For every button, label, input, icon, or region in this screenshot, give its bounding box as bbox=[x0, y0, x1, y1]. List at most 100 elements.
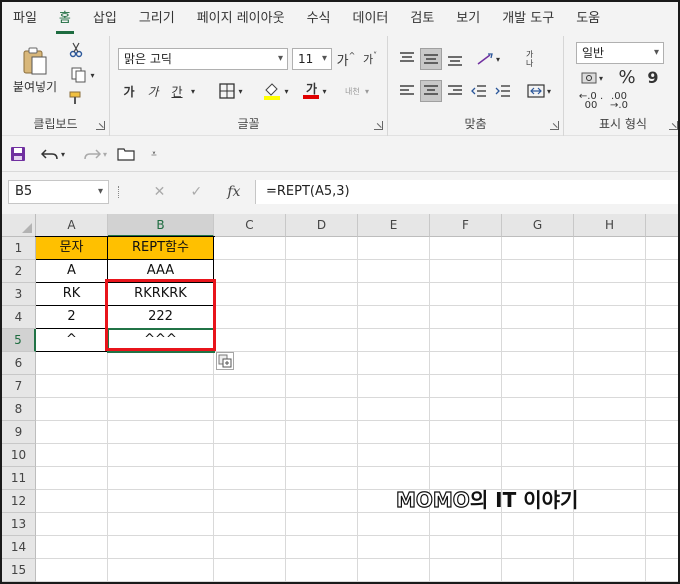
empty-cell[interactable] bbox=[286, 329, 358, 352]
empty-cell[interactable] bbox=[286, 536, 358, 559]
empty-cell[interactable] bbox=[574, 421, 646, 444]
row-header-8[interactable]: 8 bbox=[2, 398, 36, 421]
align-top-button[interactable] bbox=[396, 48, 418, 70]
empty-cell[interactable] bbox=[430, 260, 502, 283]
empty-cell[interactable] bbox=[646, 237, 678, 260]
column-header-b[interactable]: B bbox=[108, 214, 214, 237]
empty-cell[interactable] bbox=[646, 306, 678, 329]
empty-cell[interactable] bbox=[36, 513, 108, 536]
empty-cell[interactable] bbox=[36, 375, 108, 398]
empty-cell[interactable] bbox=[574, 559, 646, 582]
empty-cell[interactable] bbox=[646, 329, 678, 352]
empty-cell[interactable] bbox=[502, 559, 574, 582]
empty-cell[interactable] bbox=[430, 421, 502, 444]
empty-cell[interactable] bbox=[108, 536, 214, 559]
empty-cell[interactable] bbox=[286, 237, 358, 260]
formula-bar-grip[interactable] bbox=[118, 186, 122, 198]
row-header-6[interactable]: 6 bbox=[2, 352, 36, 375]
empty-cell[interactable] bbox=[646, 398, 678, 421]
font-size-combo[interactable]: 11 ▾ bbox=[292, 48, 332, 70]
font-launcher-icon[interactable] bbox=[374, 121, 383, 130]
cell-a5[interactable]: ^ bbox=[36, 329, 108, 352]
empty-cell[interactable] bbox=[358, 398, 430, 421]
empty-cell[interactable] bbox=[286, 375, 358, 398]
empty-cell[interactable] bbox=[214, 375, 286, 398]
row-header-11[interactable]: 11 bbox=[2, 467, 36, 490]
empty-cell[interactable] bbox=[430, 352, 502, 375]
empty-cell[interactable] bbox=[358, 536, 430, 559]
empty-cell[interactable] bbox=[502, 513, 574, 536]
comma-button[interactable]: 9 bbox=[644, 66, 662, 88]
number-launcher-icon[interactable] bbox=[669, 121, 678, 130]
cell-b4[interactable]: 222 bbox=[108, 306, 214, 329]
empty-cell[interactable] bbox=[646, 421, 678, 444]
row-header-10[interactable]: 10 bbox=[2, 444, 36, 467]
empty-cell[interactable] bbox=[214, 283, 286, 306]
empty-cell[interactable] bbox=[430, 375, 502, 398]
empty-cell[interactable] bbox=[646, 467, 678, 490]
tab-developer[interactable]: 개발 도구 bbox=[491, 2, 565, 36]
empty-cell[interactable] bbox=[502, 444, 574, 467]
empty-cell[interactable] bbox=[502, 398, 574, 421]
empty-cell[interactable] bbox=[108, 559, 214, 582]
tab-formulas[interactable]: 수식 bbox=[296, 2, 342, 36]
empty-cell[interactable] bbox=[108, 421, 214, 444]
empty-cell[interactable] bbox=[646, 559, 678, 582]
empty-cell[interactable] bbox=[36, 398, 108, 421]
orientation-button[interactable]: ▾ bbox=[472, 48, 504, 70]
italic-button[interactable]: 가 bbox=[144, 80, 162, 102]
empty-cell[interactable] bbox=[502, 375, 574, 398]
percent-button[interactable]: % bbox=[616, 66, 638, 88]
tab-data[interactable]: 데이터 bbox=[341, 2, 399, 36]
column-header-h[interactable]: H bbox=[574, 214, 646, 237]
cell-b2[interactable]: AAA bbox=[108, 260, 214, 283]
row-header-9[interactable]: 9 bbox=[2, 421, 36, 444]
copy-button[interactable]: ▾ bbox=[66, 65, 100, 85]
format-painter-button[interactable] bbox=[66, 88, 86, 108]
empty-cell[interactable] bbox=[646, 444, 678, 467]
empty-cell[interactable] bbox=[430, 398, 502, 421]
empty-cell[interactable] bbox=[646, 283, 678, 306]
empty-cell[interactable] bbox=[502, 237, 574, 260]
empty-cell[interactable] bbox=[358, 306, 430, 329]
tab-view[interactable]: 보기 bbox=[445, 2, 491, 36]
empty-cell[interactable] bbox=[430, 283, 502, 306]
empty-cell[interactable] bbox=[358, 329, 430, 352]
row-header-3[interactable]: 3 bbox=[2, 283, 36, 306]
empty-cell[interactable] bbox=[286, 421, 358, 444]
empty-cell[interactable] bbox=[502, 306, 574, 329]
row-header-1[interactable]: 1 bbox=[2, 237, 36, 260]
empty-cell[interactable] bbox=[214, 490, 286, 513]
empty-cell[interactable] bbox=[574, 352, 646, 375]
empty-cell[interactable] bbox=[646, 536, 678, 559]
redo-button[interactable]: ▾ bbox=[78, 144, 112, 164]
number-format-combo[interactable]: 일반 ▾ bbox=[576, 42, 664, 64]
empty-cell[interactable] bbox=[646, 513, 678, 536]
empty-cell[interactable] bbox=[574, 329, 646, 352]
empty-cell[interactable] bbox=[286, 283, 358, 306]
align-left-button[interactable] bbox=[396, 80, 418, 102]
clipboard-launcher-icon[interactable] bbox=[96, 121, 105, 130]
empty-cell[interactable] bbox=[108, 375, 214, 398]
underline-button[interactable]: 간 bbox=[168, 80, 186, 102]
insert-function-button[interactable]: fx bbox=[227, 184, 240, 200]
worksheet-grid[interactable]: A B C D E F G H 문자 REPT함수 A AAA RK RKRKR… bbox=[2, 214, 678, 582]
tab-page-layout[interactable]: 페이지 레이아웃 bbox=[186, 2, 296, 36]
column-header-c[interactable]: C bbox=[214, 214, 286, 237]
empty-cell[interactable] bbox=[36, 444, 108, 467]
row-header-14[interactable]: 14 bbox=[2, 536, 36, 559]
open-button[interactable] bbox=[116, 144, 136, 164]
tab-file[interactable]: 파일 bbox=[2, 2, 48, 36]
empty-cell[interactable] bbox=[574, 260, 646, 283]
row-header-13[interactable]: 13 bbox=[2, 513, 36, 536]
tab-insert[interactable]: 삽입 bbox=[82, 2, 128, 36]
undo-button[interactable]: ▾ bbox=[36, 144, 70, 164]
empty-cell[interactable] bbox=[646, 490, 678, 513]
font-color-button[interactable]: 가 ▾ bbox=[298, 80, 332, 102]
cancel-icon[interactable]: ✕ bbox=[154, 184, 166, 200]
empty-cell[interactable] bbox=[358, 283, 430, 306]
column-header-g[interactable]: G bbox=[502, 214, 574, 237]
empty-cell[interactable] bbox=[286, 467, 358, 490]
bold-button[interactable]: 가 bbox=[120, 80, 138, 102]
empty-cell[interactable] bbox=[430, 444, 502, 467]
